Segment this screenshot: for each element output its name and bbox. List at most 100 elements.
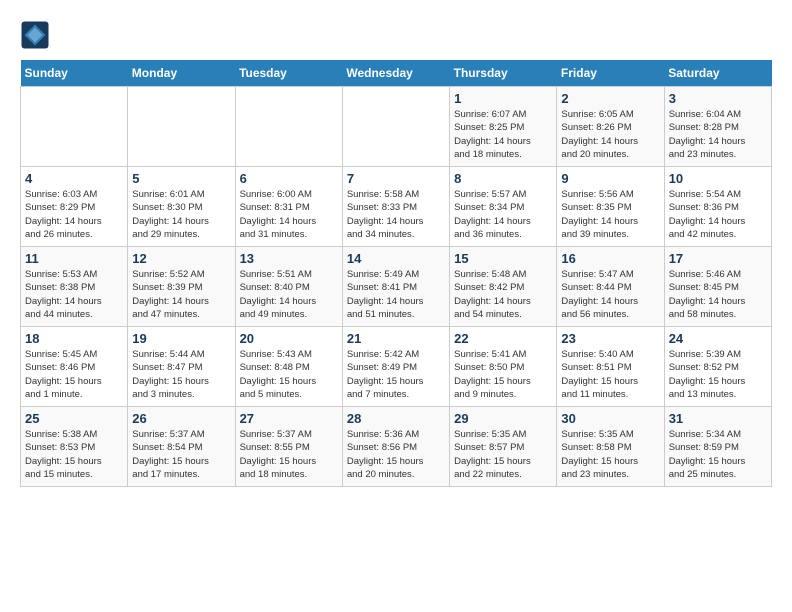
logo-icon [20, 20, 50, 50]
day-info: Sunrise: 5:46 AM Sunset: 8:45 PM Dayligh… [669, 268, 767, 321]
day-number: 24 [669, 331, 767, 346]
day-number: 12 [132, 251, 230, 266]
day-number: 26 [132, 411, 230, 426]
calendar-cell: 26 Sunrise: 5:37 AM Sunset: 8:54 PM Dayli… [128, 407, 235, 487]
column-header-saturday: Saturday [664, 60, 771, 87]
day-info: Sunrise: 5:56 AM Sunset: 8:35 PM Dayligh… [561, 188, 659, 241]
day-info: Sunrise: 5:37 AM Sunset: 8:55 PM Dayligh… [240, 428, 338, 481]
calendar-cell: 22Sunrise: 5:41 AM Sunset: 8:50 PM Dayli… [450, 327, 557, 407]
day-number: 13 [240, 251, 338, 266]
day-number: 25 [25, 411, 123, 426]
calendar-cell: 2Sunrise: 6:05 AM Sunset: 8:26 PM Daylig… [557, 87, 664, 167]
calendar-cell: 17Sunrise: 5:46 AM Sunset: 8:45 PM Dayli… [664, 247, 771, 327]
day-number: 5 [132, 171, 230, 186]
day-info: Sunrise: 6:01 AM Sunset: 8:30 PM Dayligh… [132, 188, 230, 241]
day-info: Sunrise: 5:37 AM Sunset: 8:54 PM Dayligh… [132, 428, 230, 481]
calendar-cell: 18Sunrise: 5:45 AM Sunset: 8:46 PM Dayli… [21, 327, 128, 407]
calendar-cell: 1 Sunrise: 6:07 AM Sunset: 8:25 PM Daylig… [450, 87, 557, 167]
day-info: Sunrise: 6:07 AM Sunset: 8:25 PM Dayligh… [454, 108, 552, 161]
day-info: Sunrise: 5:58 AM Sunset: 8:33 PM Dayligh… [347, 188, 445, 241]
day-number: 29 [454, 411, 552, 426]
calendar-cell: 25 Sunrise: 5:38 AM Sunset: 8:53 PM Dayli… [21, 407, 128, 487]
day-info: Sunrise: 5:52 AM Sunset: 8:39 PM Dayligh… [132, 268, 230, 321]
day-info: Sunrise: 6:03 AM Sunset: 8:29 PM Dayligh… [25, 188, 123, 241]
day-number: 19 [132, 331, 230, 346]
calendar-cell: 16 Sunrise: 5:47 AM Sunset: 8:44 PM Dayli… [557, 247, 664, 327]
page-header [20, 20, 772, 50]
calendar-week-row: 4 Sunrise: 6:03 AM Sunset: 8:29 PM Daylig… [21, 167, 772, 247]
calendar-cell: 8 Sunrise: 5:57 AM Sunset: 8:34 PM Daylig… [450, 167, 557, 247]
calendar-cell: 10Sunrise: 5:54 AM Sunset: 8:36 PM Dayli… [664, 167, 771, 247]
day-number: 4 [25, 171, 123, 186]
calendar-cell: 21Sunrise: 5:42 AM Sunset: 8:49 PM Dayli… [342, 327, 449, 407]
column-header-sunday: Sunday [21, 60, 128, 87]
day-info: Sunrise: 5:43 AM Sunset: 8:48 PM Dayligh… [240, 348, 338, 401]
day-info: Sunrise: 6:00 AM Sunset: 8:31 PM Dayligh… [240, 188, 338, 241]
calendar-cell: 13 Sunrise: 5:51 AM Sunset: 8:40 PM Dayli… [235, 247, 342, 327]
day-number: 23 [561, 331, 659, 346]
day-info: Sunrise: 5:44 AM Sunset: 8:47 PM Dayligh… [132, 348, 230, 401]
day-number: 30 [561, 411, 659, 426]
day-number: 28 [347, 411, 445, 426]
day-number: 16 [561, 251, 659, 266]
day-number: 15 [454, 251, 552, 266]
day-info: Sunrise: 5:47 AM Sunset: 8:44 PM Dayligh… [561, 268, 659, 321]
day-info: Sunrise: 5:39 AM Sunset: 8:52 PM Dayligh… [669, 348, 767, 401]
day-number: 21 [347, 331, 445, 346]
day-info: Sunrise: 5:53 AM Sunset: 8:38 PM Dayligh… [25, 268, 123, 321]
day-number: 20 [240, 331, 338, 346]
calendar-cell [342, 87, 449, 167]
calendar-cell: 9 Sunrise: 5:56 AM Sunset: 8:35 PM Daylig… [557, 167, 664, 247]
day-number: 3 [669, 91, 767, 106]
calendar-week-row: 25 Sunrise: 5:38 AM Sunset: 8:53 PM Dayli… [21, 407, 772, 487]
day-number: 10 [669, 171, 767, 186]
day-info: Sunrise: 5:38 AM Sunset: 8:53 PM Dayligh… [25, 428, 123, 481]
day-info: Sunrise: 5:35 AM Sunset: 8:57 PM Dayligh… [454, 428, 552, 481]
calendar-cell: 12 Sunrise: 5:52 AM Sunset: 8:39 PM Dayli… [128, 247, 235, 327]
calendar-cell [235, 87, 342, 167]
calendar-week-row: 1 Sunrise: 6:07 AM Sunset: 8:25 PM Daylig… [21, 87, 772, 167]
calendar-cell [21, 87, 128, 167]
calendar-cell: 29 Sunrise: 5:35 AM Sunset: 8:57 PM Dayli… [450, 407, 557, 487]
day-number: 7 [347, 171, 445, 186]
day-info: Sunrise: 5:36 AM Sunset: 8:56 PM Dayligh… [347, 428, 445, 481]
calendar-cell: 11 Sunrise: 5:53 AM Sunset: 8:38 PM Dayli… [21, 247, 128, 327]
day-info: Sunrise: 5:48 AM Sunset: 8:42 PM Dayligh… [454, 268, 552, 321]
calendar-week-row: 11 Sunrise: 5:53 AM Sunset: 8:38 PM Dayli… [21, 247, 772, 327]
calendar-header-row: SundayMondayTuesdayWednesdayThursdayFrid… [21, 60, 772, 87]
calendar-cell: 27 Sunrise: 5:37 AM Sunset: 8:55 PM Dayli… [235, 407, 342, 487]
day-info: Sunrise: 5:40 AM Sunset: 8:51 PM Dayligh… [561, 348, 659, 401]
day-info: Sunrise: 5:49 AM Sunset: 8:41 PM Dayligh… [347, 268, 445, 321]
day-number: 18 [25, 331, 123, 346]
calendar-cell: 3 Sunrise: 6:04 AM Sunset: 8:28 PM Daylig… [664, 87, 771, 167]
day-number: 9 [561, 171, 659, 186]
day-number: 14 [347, 251, 445, 266]
calendar-cell: 5 Sunrise: 6:01 AM Sunset: 8:30 PM Daylig… [128, 167, 235, 247]
calendar-cell: 19 Sunrise: 5:44 AM Sunset: 8:47 PM Dayli… [128, 327, 235, 407]
day-number: 27 [240, 411, 338, 426]
day-info: Sunrise: 6:04 AM Sunset: 8:28 PM Dayligh… [669, 108, 767, 161]
column-header-monday: Monday [128, 60, 235, 87]
calendar-cell: 6 Sunrise: 6:00 AM Sunset: 8:31 PM Daylig… [235, 167, 342, 247]
calendar-cell: 31Sunrise: 5:34 AM Sunset: 8:59 PM Dayli… [664, 407, 771, 487]
day-info: Sunrise: 5:51 AM Sunset: 8:40 PM Dayligh… [240, 268, 338, 321]
day-info: Sunrise: 5:57 AM Sunset: 8:34 PM Dayligh… [454, 188, 552, 241]
day-number: 22 [454, 331, 552, 346]
day-number: 8 [454, 171, 552, 186]
calendar-table: SundayMondayTuesdayWednesdayThursdayFrid… [20, 60, 772, 487]
calendar-cell: 30 Sunrise: 5:35 AM Sunset: 8:58 PM Dayli… [557, 407, 664, 487]
calendar-cell: 7 Sunrise: 5:58 AM Sunset: 8:33 PM Daylig… [342, 167, 449, 247]
calendar-cell: 4 Sunrise: 6:03 AM Sunset: 8:29 PM Daylig… [21, 167, 128, 247]
day-number: 6 [240, 171, 338, 186]
day-number: 2 [561, 91, 659, 106]
day-number: 1 [454, 91, 552, 106]
calendar-week-row: 18Sunrise: 5:45 AM Sunset: 8:46 PM Dayli… [21, 327, 772, 407]
day-number: 31 [669, 411, 767, 426]
column-header-wednesday: Wednesday [342, 60, 449, 87]
calendar-cell [128, 87, 235, 167]
day-info: Sunrise: 5:35 AM Sunset: 8:58 PM Dayligh… [561, 428, 659, 481]
calendar-cell: 20 Sunrise: 5:43 AM Sunset: 8:48 PM Dayli… [235, 327, 342, 407]
day-number: 11 [25, 251, 123, 266]
column-header-thursday: Thursday [450, 60, 557, 87]
column-header-friday: Friday [557, 60, 664, 87]
